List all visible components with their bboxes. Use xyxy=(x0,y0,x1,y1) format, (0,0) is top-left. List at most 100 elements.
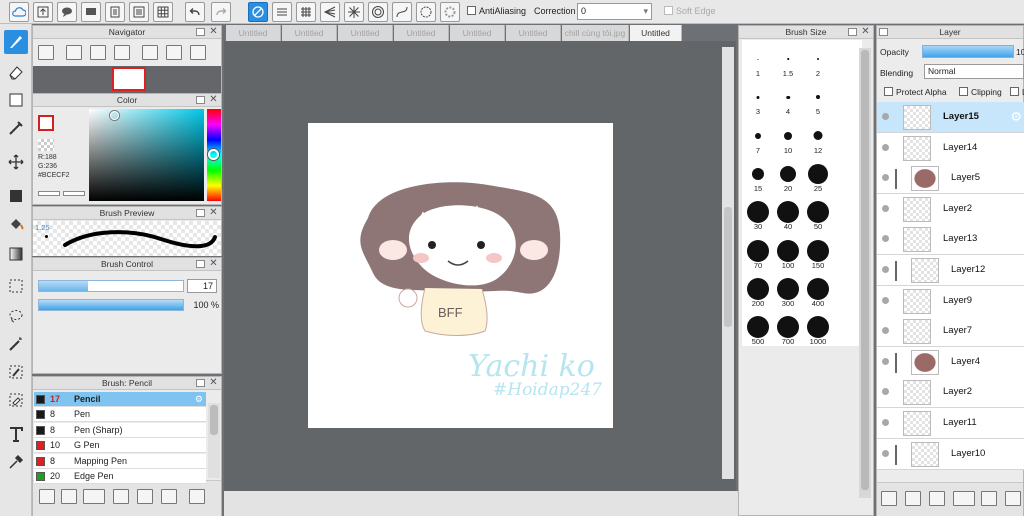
layer-row[interactable]: Layer2 xyxy=(877,193,1024,225)
eye-icon[interactable] xyxy=(882,388,889,396)
zoom-in-icon[interactable] xyxy=(66,45,82,60)
brush-size-option[interactable]: 700 xyxy=(773,311,803,349)
brush-list-item[interactable]: 17 Pencil ⚙ xyxy=(34,392,206,407)
eye-icon[interactable] xyxy=(882,235,889,243)
eye-icon[interactable] xyxy=(882,204,889,212)
layer-folder-icon[interactable] xyxy=(981,491,997,506)
new-brush-icon[interactable] xyxy=(61,489,77,504)
brush-size-option[interactable]: 25 xyxy=(803,158,833,196)
brush-size-option[interactable]: 500 xyxy=(743,311,773,349)
folder-icon[interactable] xyxy=(137,489,153,504)
scroll-thumb[interactable] xyxy=(724,207,732,327)
text-tool-icon[interactable] xyxy=(4,422,28,446)
upload-icon[interactable] xyxy=(33,2,53,22)
new-layer-icon[interactable] xyxy=(881,491,897,506)
gear-icon[interactable]: ⚙ xyxy=(195,392,203,406)
eyedropper-icon[interactable] xyxy=(4,450,28,474)
brush-size-option[interactable]: 40 xyxy=(773,196,803,234)
detach-icon[interactable] xyxy=(879,28,888,36)
brush-list-item[interactable]: 20 Edge Pen xyxy=(34,469,206,484)
soft-edge-checkbox[interactable]: Soft Edge xyxy=(664,6,716,16)
navigator-preview[interactable] xyxy=(33,66,221,93)
rotate-right-icon[interactable] xyxy=(190,45,206,60)
redo-icon[interactable] xyxy=(211,2,231,22)
comment-icon[interactable] xyxy=(57,2,77,22)
pen-tool-icon[interactable] xyxy=(4,116,28,140)
brush-size-option[interactable]: 7 xyxy=(743,120,773,158)
grid-ruler-icon[interactable] xyxy=(296,2,316,22)
color-sv-picker[interactable] xyxy=(89,109,204,201)
brush-size-option[interactable]: 1 xyxy=(743,43,773,81)
message-icon[interactable] xyxy=(81,2,101,22)
brush-size-option[interactable]: 100 xyxy=(773,235,803,273)
ellipse-ruler-icon[interactable] xyxy=(416,2,436,22)
hue-slider[interactable] xyxy=(207,109,221,201)
brush-size-option[interactable]: 20 xyxy=(773,158,803,196)
brush-list-item[interactable]: 10 G Pen xyxy=(34,438,206,454)
brush-list-item[interactable]: 8 Pen (Sharp) xyxy=(34,422,206,438)
eye-icon[interactable] xyxy=(882,327,889,335)
snap-settings-icon[interactable] xyxy=(440,2,460,22)
layer-row[interactable]: Layer2 xyxy=(877,377,1024,409)
canvas[interactable]: BFF Yachi ko #Hoidap247 xyxy=(308,123,613,428)
lasso-rect-icon[interactable] xyxy=(4,274,28,298)
detach-icon[interactable] xyxy=(196,96,205,104)
brush-size-slider[interactable] xyxy=(38,280,184,292)
brush-size-option[interactable]: 2 xyxy=(803,43,833,81)
perspective-icon[interactable] xyxy=(320,2,340,22)
swap-color-button[interactable] xyxy=(38,191,60,196)
duplicate-layer-icon[interactable] xyxy=(1005,491,1021,506)
move-tool-icon[interactable] xyxy=(4,150,28,174)
layer-row[interactable]: Layer9 xyxy=(877,285,1024,317)
foreground-color-swatch[interactable] xyxy=(38,115,54,131)
close-icon[interactable]: ✕ xyxy=(209,27,218,37)
eraser-tool-icon[interactable] xyxy=(4,60,28,84)
brush-tool-icon[interactable] xyxy=(4,30,28,54)
scroll-thumb[interactable] xyxy=(861,50,869,490)
duplicate-icon[interactable] xyxy=(161,489,177,504)
radial-icon[interactable] xyxy=(344,2,364,22)
reset-color-button[interactable] xyxy=(63,191,85,196)
close-icon[interactable]: ✕ xyxy=(861,27,870,37)
document-icon[interactable] xyxy=(105,2,125,22)
correction-select[interactable]: 0 ▾ xyxy=(577,3,652,20)
lasso-tool-icon[interactable] xyxy=(4,304,28,328)
tab-document[interactable]: Untitled xyxy=(630,25,682,41)
brush-size-value[interactable]: 17 xyxy=(187,279,217,293)
brush-settings-icon[interactable] xyxy=(113,489,129,504)
rect-select-icon[interactable] xyxy=(4,88,28,112)
brush-size-option[interactable]: 70 xyxy=(743,235,773,273)
brush-size-option[interactable]: 300 xyxy=(773,273,803,311)
layer-row[interactable]: Layer10 xyxy=(877,438,1024,470)
brush-size-option[interactable]: 200 xyxy=(743,273,773,311)
eye-icon[interactable] xyxy=(882,113,889,120)
parallel-ruler-icon[interactable] xyxy=(272,2,292,22)
rotate-left-icon[interactable] xyxy=(142,45,158,60)
tab-document[interactable]: Untitled xyxy=(450,25,505,41)
layer-row[interactable]: Layer13 xyxy=(877,224,1024,256)
eye-icon[interactable] xyxy=(882,296,889,304)
layer-row[interactable]: Layer4 xyxy=(877,346,1024,378)
bucket-tool-icon[interactable] xyxy=(4,212,28,236)
brush-size-option[interactable]: 150 xyxy=(803,235,833,273)
protect-alpha-checkbox[interactable]: Protect Alpha xyxy=(884,87,947,97)
close-icon[interactable]: ✕ xyxy=(209,259,218,269)
scroll-thumb[interactable] xyxy=(210,405,218,435)
reset-view-icon[interactable] xyxy=(166,45,182,60)
detach-icon[interactable] xyxy=(196,260,205,268)
eye-icon[interactable] xyxy=(882,419,889,426)
select-pen-icon[interactable] xyxy=(4,360,28,384)
gradient-tool-icon[interactable] xyxy=(4,242,28,266)
brush-size-option[interactable]: 3 xyxy=(743,81,773,119)
brush-size-option[interactable]: 50 xyxy=(803,196,833,234)
cloud-brush-icon[interactable] xyxy=(39,489,55,504)
brush-size-option[interactable]: 5 xyxy=(803,81,833,119)
new-layer-halftone-icon[interactable] xyxy=(905,491,921,506)
lock-checkbox[interactable]: L xyxy=(1010,87,1024,97)
gear-icon[interactable]: ⚙ xyxy=(1010,109,1022,125)
brush-size-option[interactable]: 1.5 xyxy=(773,43,803,81)
hue-cursor[interactable] xyxy=(208,149,219,160)
layer-row[interactable]: Layer15 ⚙ xyxy=(877,102,1024,133)
layer-row[interactable]: Layer11 xyxy=(877,408,1024,439)
layer-row[interactable]: Layer5 xyxy=(877,163,1024,195)
